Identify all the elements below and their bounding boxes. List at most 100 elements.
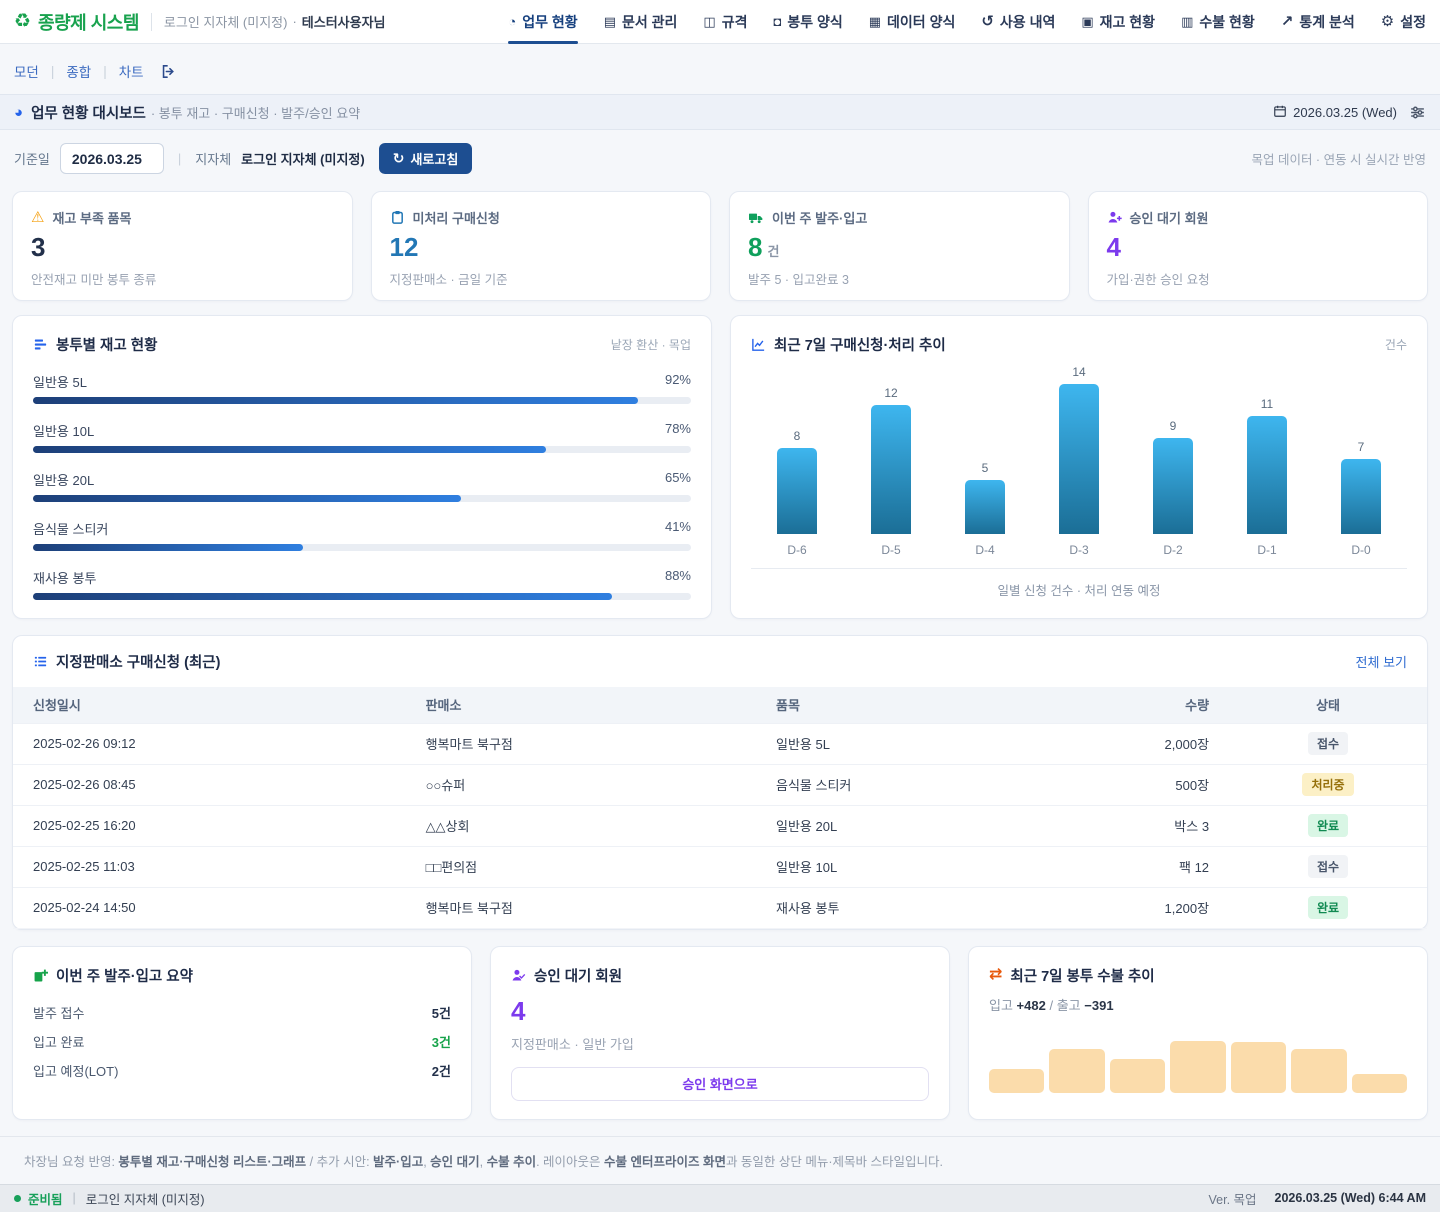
login-context: 로그인 지자체 (미지정) · 테스터사용자님 — [164, 12, 386, 31]
stat-card-label: 이번 주 발주·입고 — [772, 208, 867, 227]
stock-bar-fill — [33, 495, 461, 502]
context-separator: · — [292, 14, 296, 29]
transfer-panel-header: ⇄ 최근 7일 봉투 수불 추이 — [989, 965, 1407, 986]
nav-item-work-status[interactable]: ◔업무 현황 — [508, 0, 577, 44]
status-badge: 접수 — [1308, 732, 1348, 755]
stock-panel: 봉투별 재고 현황 낱장 환산 · 목업 일반용 5L 92% 일반용 10L … — [12, 315, 712, 619]
sliders-icon[interactable] — [1409, 104, 1426, 121]
purchase-table: 신청일시판매소품목수량상태 2025-02-26 09:12 행복마트 북구점 … — [13, 687, 1427, 929]
hbar-chart-icon — [33, 337, 48, 352]
trend-value: 9 — [1170, 419, 1177, 433]
stat-card-0: ⚠재고 부족 품목 3 안전재고 미만 봉투 종류 — [12, 191, 353, 301]
cell-status: 접수 — [1229, 846, 1427, 887]
trend-category: D-3 — [1069, 543, 1088, 557]
order-label: 입고 완료 — [33, 1032, 84, 1051]
transfer-summary: 입고 +482 / 출고 −391 — [989, 995, 1407, 1014]
tab-chart[interactable]: 차트 — [119, 61, 144, 81]
recycle-icon: ♻ — [14, 11, 31, 33]
view-all-link[interactable]: 전체 보기 — [1356, 652, 1407, 671]
spark-bar — [1231, 1042, 1286, 1093]
footnote: 차장님 요청 반영: 봉투별 재고·구매신청 리스트·그래프 / 추가 시안: … — [0, 1136, 1440, 1184]
transfer-sparkline — [989, 1041, 1407, 1093]
nav-item-usage-history[interactable]: ↺사용 내역 — [981, 0, 1055, 44]
trend-bar — [1247, 416, 1287, 534]
order-row: 입고 완료 3건 — [33, 1027, 451, 1056]
trend-panel-title: 최근 7일 구매신청·처리 추이 — [774, 334, 946, 355]
refresh-button[interactable]: ↻ 새로고침 — [379, 143, 473, 174]
exit-icon[interactable] — [160, 63, 177, 80]
cell-item: 음식물 스티커 — [756, 764, 1074, 805]
tab-combined[interactable]: 종합 — [66, 61, 91, 81]
gear-icon: ⚙ — [1381, 14, 1394, 29]
in-value: +482 — [1017, 998, 1046, 1013]
trend-category: D-2 — [1163, 543, 1182, 557]
nav-item-transfer-status[interactable]: ▥수불 현황 — [1181, 0, 1255, 44]
footnote-segment: 수불 추이 — [487, 1155, 536, 1169]
approval-screen-button[interactable]: 승인 화면으로 — [511, 1067, 929, 1101]
status-dot — [14, 1195, 21, 1202]
gauge-icon: ◔ — [508, 15, 516, 28]
cell-seller: 행복마트 북구점 — [406, 887, 756, 928]
trend-value: 12 — [884, 386, 897, 400]
orders-panel-header: 이번 주 발주·입고 요약 — [33, 965, 451, 986]
nav-item-spec[interactable]: ◫규격 — [703, 0, 747, 44]
tab-modern[interactable]: 모던 — [14, 61, 39, 81]
page-subtitle: · 봉투 재고 · 구매신청 · 발주/승인 요약 — [151, 103, 360, 122]
trend-value: 11 — [1261, 397, 1273, 411]
orders-panel: 이번 주 발주·입고 요약 발주 접수 5건 입고 완료 3건 입고 예정(LO… — [12, 946, 472, 1120]
cell-status: 처리중 — [1229, 764, 1427, 805]
bottom-panels: 이번 주 발주·입고 요약 발주 접수 5건 입고 완료 3건 입고 예정(LO… — [0, 930, 1440, 1120]
status-badge: 완료 — [1308, 896, 1348, 919]
stock-bar-fill — [33, 397, 638, 404]
nav-item-stats[interactable]: ↗통계 분석 — [1281, 0, 1355, 44]
cell-datetime: 2025-02-25 11:03 — [13, 846, 406, 887]
footnote-segment: . 레이아웃은 — [536, 1155, 604, 1169]
table-icon: ▦ — [869, 15, 881, 28]
view-tabs: 모던|종합|차트 — [0, 44, 1440, 94]
trend-column: 11 D-1 — [1225, 365, 1309, 557]
stat-card-sub: 가입·권한 승인 요청 — [1107, 269, 1410, 288]
base-date-input[interactable] — [60, 143, 164, 174]
stock-label: 일반용 20L — [33, 470, 94, 489]
trend-column: 12 D-5 — [849, 365, 933, 557]
table-row: 2025-02-25 16:20 △△상회 일반용 20L 박스 3 완료 — [13, 805, 1427, 846]
nav-item-settings[interactable]: ⚙설정 — [1381, 0, 1426, 44]
cell-seller: 행복마트 북구점 — [406, 723, 756, 764]
stat-card-value-row: 3 — [31, 234, 334, 260]
nav-item-label: 사용 내역 — [1000, 12, 1055, 32]
stat-card-label: 미처리 구매신청 — [413, 208, 500, 227]
nav-item-doc-manage[interactable]: ▤문서 관리 — [604, 0, 678, 44]
table-row: 2025-02-25 11:03 □□편의점 일반용 10L 팩 12 접수 — [13, 846, 1427, 887]
spec-icon: ◫ — [703, 15, 715, 28]
trend-value: 5 — [982, 461, 989, 475]
stock-row: 일반용 20L 65% — [33, 470, 691, 502]
statusbar-right: Ver. 목업 2026.03.25 (Wed) 6:44 AM — [1209, 1189, 1427, 1208]
stat-card-2: 이번 주 발주·입고 8건 발주 5 · 입고완료 3 — [729, 191, 1070, 301]
footnote-segment: 과 동일한 상단 메뉴·제목바 스타일입니다. — [726, 1155, 943, 1169]
order-value: 2건 — [432, 1061, 451, 1080]
table-row: 2025-02-24 14:50 행복마트 북구점 재사용 봉투 1,200장 … — [13, 887, 1427, 928]
table-col-header: 상태 — [1229, 687, 1427, 723]
stock-percent: 78% — [665, 421, 691, 440]
order-row: 입고 예정(LOT) 2건 — [33, 1056, 451, 1085]
purchase-table-panel: 지정판매소 구매신청 (최근) 전체 보기 신청일시판매소품목수량상태 2025… — [12, 635, 1428, 930]
nav-item-label: 봉투 양식 — [787, 12, 842, 32]
stock-bar-track — [33, 397, 691, 404]
trend-panel: 최근 7일 구매신청·처리 추이 건수 8 D-6 12 D-5 5 D-4 1… — [730, 315, 1428, 619]
cell-status: 완료 — [1229, 887, 1427, 928]
trend-column: 8 D-6 — [755, 365, 839, 557]
stock-panel-title: 봉투별 재고 현황 — [56, 334, 157, 355]
mock-data-note: 목업 데이터 · 연동 시 실시간 반영 — [1251, 149, 1426, 168]
nav-item-data-form[interactable]: ▦데이터 양식 — [869, 0, 956, 44]
order-label: 입고 예정(LOT) — [33, 1061, 118, 1080]
nav-item-bag-form[interactable]: ◘봉투 양식 — [773, 0, 842, 44]
cell-item: 일반용 10L — [756, 846, 1074, 887]
cell-qty: 1,200장 — [1074, 887, 1230, 928]
nav-item-label: 통계 분석 — [1299, 12, 1354, 32]
filter-divider: | — [178, 151, 181, 166]
nav-item-stock-status[interactable]: ▣재고 현황 — [1081, 0, 1155, 44]
trend-value: 14 — [1072, 365, 1085, 379]
login-user: 테스터사용자님 — [302, 12, 386, 31]
table-panel-title: 지정판매소 구매신청 (최근) — [56, 651, 220, 672]
trend-category: D-0 — [1351, 543, 1370, 557]
